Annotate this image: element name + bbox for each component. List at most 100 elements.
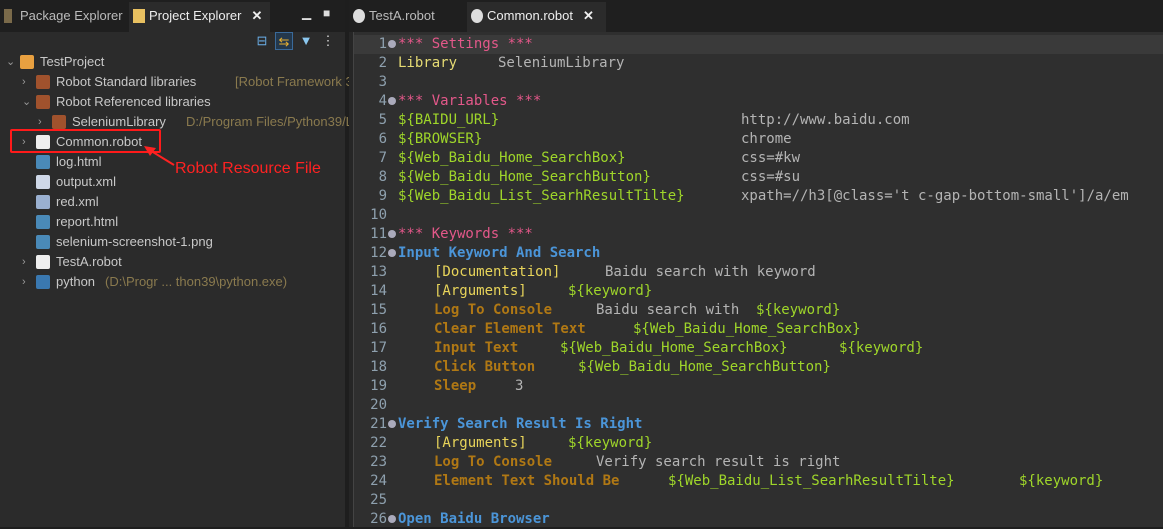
tab-testa-robot[interactable]: TestA.robot [349,2,464,32]
line-number: 8 [378,169,387,185]
editor-tabbar: TestA.robot Common.robot ✕ [349,0,1163,32]
view-menu-icon[interactable]: ⋮ [319,32,337,50]
code-line: 21 Verify Search Result Is Right [354,415,1163,434]
collapse-all-icon[interactable]: ⊟ [253,32,271,50]
code-editor[interactable]: 1 *** Settings *** 2 Library SeleniumLibrary… [353,32,1163,527]
line-number: 4 [378,93,387,109]
expand-arrow-icon[interactable]: ⌄ [22,92,32,112]
code-line: 5 ${BAIDU_URL} http://www.baidu.com [354,111,1163,130]
expand-arrow-icon[interactable]: ⌄ [6,52,16,72]
tree-item[interactable]: › TestA.robot [0,252,345,272]
tree-item[interactable]: ⌄ Robot Referenced libraries [0,92,345,112]
code-token: ${Web_Baidu_Home_SearchBox} [560,340,788,356]
code-token: Input Keyword And Search [398,245,601,261]
code-token: Sleep [434,378,477,394]
line-number: 7 [378,150,387,166]
fold-icon[interactable] [388,249,396,257]
editor-area: TestA.robot Common.robot ✕ 1 *** Settings … [349,0,1163,527]
expand-arrow-icon[interactable]: › [22,272,32,292]
code-token: ${keyword} [568,435,653,451]
code-line: 7 ${Web_Baidu_Home_SearchBox} css=#kw [354,149,1163,168]
line-number: 15 [370,302,387,318]
code-token: Element Text Should Be [434,473,620,489]
annotation-label: Robot Resource File [175,160,321,177]
tree-item[interactable]: › python (D:\Progr ... thon39\python.exe) [0,272,345,292]
code-token: chrome [741,131,792,147]
file-icon [36,75,50,89]
code-token: css=#su [741,169,801,185]
line-number: 3 [378,74,387,90]
line-number: 14 [370,283,387,299]
code-token: xpath=//h3[@class='t c-gap-bottom-small'… [741,188,1129,204]
code-line: 17 Input Text ${Web_Baidu_Home_SearchBox} $… [354,339,1163,358]
code-line: 10 [354,206,1163,225]
expand-arrow-icon[interactable]: › [22,252,32,272]
code-token: ${Web_Baidu_Home_SearchBox} [633,321,861,337]
code-token: [Documentation] [434,264,561,280]
line-number: 11 [370,226,387,242]
line-number: 1 [378,36,387,52]
minimize-icon[interactable]: ▁ [302,6,311,20]
fold-icon[interactable] [388,97,396,105]
explorer-toolbar: ⊟ ⇆ ▼ ⋮ [245,32,345,52]
code-token: css=#kw [741,150,801,166]
line-number: 5 [378,112,387,128]
tree-item-label: Robot Standard libraries [56,74,197,89]
code-token: [Arguments] [434,435,527,451]
line-number: 9 [378,188,387,204]
code-token: ${BROWSER} [398,131,483,147]
file-icon [36,95,50,109]
line-number: 17 [370,340,387,356]
expand-arrow-icon[interactable]: › [22,72,32,92]
code-token: *** Keywords *** [398,226,533,242]
highlight-box [10,129,161,153]
link-with-editor-icon[interactable]: ⇆ [275,32,293,50]
code-line: 20 [354,396,1163,415]
code-token: Clear Element Text [434,321,586,337]
tree-item[interactable]: › Robot Standard libraries [Robot Framewor… [0,72,374,92]
line-number: 23 [370,454,387,470]
file-icon [52,115,66,129]
tree-item[interactable]: red.xml [0,192,345,212]
filter-icon[interactable]: ▼ [297,32,315,50]
code-token: Click Button [434,359,536,375]
tab-project-explorer[interactable]: Project Explorer ✕ [129,2,270,32]
explorer-tabbar: Package Explorer Project Explorer ✕ ▁ ■ [0,0,345,32]
code-line: 2 Library SeleniumLibrary [354,54,1163,73]
tab-package-explorer[interactable]: Package Explorer [0,2,126,32]
project-explorer-icon [133,9,145,23]
tree-item-label: TestA.robot [56,254,122,269]
line-number: 2 [378,55,387,71]
tree-item[interactable]: report.html [0,212,345,232]
tree-item-label: selenium-screenshot-1.png [56,234,213,249]
file-icon [36,195,50,209]
maximize-icon[interactable]: ■ [323,6,330,20]
fold-icon[interactable] [388,230,396,238]
project-explorer-panel: Package Explorer Project Explorer ✕ ▁ ■ ⊟… [0,0,374,527]
code-token: ${Web_Baidu_Home_SearchButton} [578,359,831,375]
file-icon [36,235,50,249]
fold-icon[interactable] [388,40,396,48]
code-token: http://www.baidu.com [741,112,910,128]
code-token: Input Text [434,340,519,356]
code-token: [Arguments] [434,283,527,299]
tree-item[interactable]: ⌄ TestProject [0,52,345,72]
tree-item[interactable]: selenium-screenshot-1.png [0,232,345,252]
fold-icon[interactable] [388,515,396,523]
code-token: ${Web_Baidu_List_SearhResultTilte} [668,473,955,489]
code-line: 24 Element Text Should Be ${Web_Baidu_List… [354,472,1163,491]
close-icon[interactable]: ✕ [251,8,262,23]
code-token: *** Variables *** [398,93,542,109]
line-number: 13 [370,264,387,280]
file-icon [36,175,50,189]
code-line: 26 Open Baidu Browser [354,510,1163,529]
code-line: 23 Log To Console Verify search result is … [354,453,1163,472]
robot-file-icon [471,9,483,23]
tab-common-robot[interactable]: Common.robot ✕ [467,2,606,32]
code-token: Baidu search with keyword [605,264,816,280]
fold-icon[interactable] [388,420,396,428]
code-token: ${keyword} [756,302,841,318]
tab-label: Common.robot [487,8,573,23]
close-icon[interactable]: ✕ [583,8,594,23]
file-icon [36,255,50,269]
